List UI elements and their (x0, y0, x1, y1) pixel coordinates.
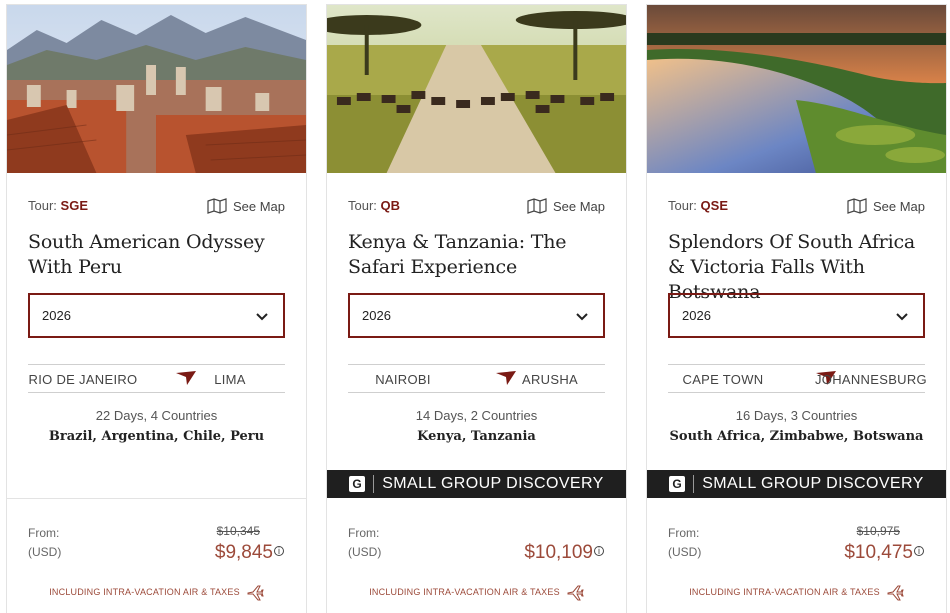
see-map-link[interactable]: See Map (847, 198, 925, 214)
price-value: $10,475 (844, 542, 913, 563)
route-to: ARUSHA (522, 372, 578, 387)
year-select-value: 2026 (42, 308, 71, 323)
safari-landscape-image (327, 5, 626, 173)
route-to: JOHANNESBURG (815, 372, 927, 387)
small-group-logo-icon: G (349, 476, 366, 492)
duration: 22 Days, 4 Countries (95, 408, 218, 423)
currency-label: (USD) (668, 545, 702, 559)
cusco-landscape-image (7, 5, 306, 173)
chevron-down-icon (256, 313, 268, 321)
small-group-discovery-banner: G SMALL GROUP DISCOVERY (647, 470, 946, 498)
duration: 16 Days, 3 Countries (735, 408, 858, 423)
year-select[interactable]: 2026 (668, 293, 925, 338)
banner-separator (693, 475, 695, 493)
included-air-note: INCLUDING INTRA-VACATION AIR & TAXES (647, 583, 946, 601)
chevron-down-icon (576, 313, 588, 321)
info-icon[interactable]: i (914, 546, 924, 556)
year-select-value: 2026 (682, 308, 711, 323)
tour-code: SGE (60, 198, 88, 213)
info-icon[interactable]: i (594, 546, 604, 556)
price-from-label: From: (USD) (668, 524, 701, 562)
current-price: $9,845 i (215, 542, 284, 564)
countries-list: Kenya, Tanzania (417, 429, 536, 444)
small-group-discovery-banner: G SMALL GROUP DISCOVERY (327, 470, 626, 498)
info-icon[interactable]: i (274, 546, 284, 556)
map-icon (527, 198, 547, 214)
countries-list: South Africa, Zimbabwe, Botswana (669, 429, 924, 444)
countries-list: Brazil, Argentina, Chile, Peru (48, 429, 265, 444)
year-select[interactable]: 2026 (28, 293, 285, 338)
map-icon (207, 198, 227, 214)
chevron-down-icon (896, 313, 908, 321)
currency-label: (USD) (348, 545, 382, 559)
route-from: RIO DE JANEIRO (28, 372, 138, 387)
from-label: From: (28, 526, 60, 540)
tour-prefix: Tour: (348, 198, 377, 213)
see-map-link[interactable]: See Map (527, 198, 605, 214)
duration: 14 Days, 2 Countries (415, 408, 538, 423)
banner-separator (373, 475, 375, 493)
tour-meta: Tour: QB See Map (348, 198, 605, 216)
current-price: $10,109 i (524, 542, 604, 564)
divider (7, 498, 306, 499)
tour-title[interactable]: South American Odyssey With Peru (28, 230, 292, 280)
banner-label: SMALL GROUP DISCOVERY (382, 475, 604, 492)
tour-card-qb[interactable]: Tour: QB See Map Kenya & Tanzania: The S… (326, 4, 627, 613)
from-label: From: (668, 526, 700, 540)
tour-card-qse[interactable]: Tour: QSE See Map Splendors Of South Afr… (646, 4, 947, 613)
small-group-logo-icon: G (669, 476, 686, 492)
banner-label: SMALL GROUP DISCOVERY (702, 475, 924, 492)
price-from-label: From: (USD) (28, 524, 61, 562)
included-air-label: INCLUDING INTRA-VACATION AIR & TAXES (689, 587, 880, 597)
tour-meta: Tour: QSE See Map (668, 198, 925, 216)
river-sunset-image (647, 5, 946, 173)
tour-title[interactable]: Kenya & Tanzania: The Safari Experience (348, 230, 612, 280)
route-to: LIMA (214, 372, 246, 387)
included-air-label: INCLUDING INTRA-VACATION AIR & TAXES (49, 587, 240, 597)
tour-image-river[interactable] (647, 5, 946, 173)
tour-code: QSE (700, 198, 728, 213)
tour-code: QB (380, 198, 401, 213)
price-from-label: From: (USD) (348, 524, 381, 562)
included-air-label: INCLUDING INTRA-VACATION AIR & TAXES (369, 587, 560, 597)
tour-prefix: Tour: (28, 198, 57, 213)
route-line: RIO DE JANEIRO LIMA (28, 364, 285, 393)
included-air-note: INCLUDING INTRA-VACATION AIR & TAXES (327, 583, 626, 601)
original-price: $10,975 (856, 524, 900, 538)
price-value: $10,109 (524, 542, 593, 563)
see-map-label: See Map (232, 198, 285, 214)
from-label: From: (348, 526, 380, 540)
currency-label: (USD) (28, 545, 62, 559)
route-line: CAPE TOWN JOHANNESBURG (668, 364, 927, 393)
year-select[interactable]: 2026 (348, 293, 605, 338)
map-icon (847, 198, 867, 214)
original-price: $10,345 (216, 524, 260, 538)
see-map-label: See Map (872, 198, 925, 214)
included-air-note: INCLUDING INTRA-VACATION AIR & TAXES (7, 583, 306, 601)
airplane-icon (567, 585, 584, 601)
year-select-value: 2026 (362, 308, 391, 323)
tour-image-cusco[interactable] (7, 5, 306, 173)
price-value: $9,845 (214, 542, 273, 563)
tour-image-safari[interactable] (327, 5, 626, 173)
airplane-icon (247, 585, 264, 601)
current-price: $10,475 i (844, 542, 924, 564)
tour-meta: Tour: SGE See Map (28, 198, 285, 216)
tour-prefix: Tour: (668, 198, 697, 213)
route-from: CAPE TOWN (682, 372, 764, 387)
route-line: NAIROBI ARUSHA (348, 364, 605, 393)
tour-card-sge[interactable]: Tour: SGE See Map South American Odyssey… (6, 4, 307, 613)
route-from: NAIROBI (375, 372, 431, 387)
airplane-icon (887, 585, 904, 601)
see-map-label: See Map (552, 198, 605, 214)
see-map-link[interactable]: See Map (207, 198, 285, 214)
